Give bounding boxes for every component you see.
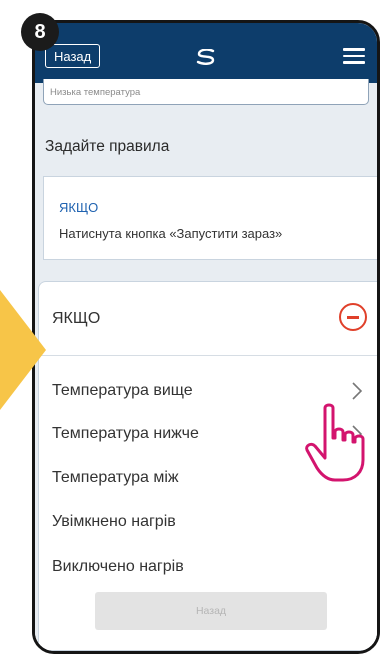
step-badge: 8	[21, 13, 59, 51]
option-label: Увімкнено нагрів	[52, 513, 176, 530]
minus-circle-icon[interactable]	[339, 303, 367, 331]
option-label: Температура вище	[52, 382, 193, 399]
panel-back-button[interactable]: Назад	[95, 592, 327, 630]
option-heating-on[interactable]: Увімкнено нагрів	[39, 502, 377, 542]
option-label: Виключено нагрів	[52, 558, 184, 575]
if-card-title: ЯКЩО	[59, 200, 99, 215]
if-rule-card[interactable]: ЯКЩО Натиснута кнопка «Запустити зараз»	[43, 176, 377, 260]
back-button[interactable]: Назад	[45, 44, 101, 68]
option-label: Температура нижче	[52, 425, 199, 442]
chevron-right-icon	[352, 382, 363, 400]
if-card-description: Натиснута кнопка «Запустити зараз»	[59, 226, 283, 241]
panel-header: ЯКЩО	[39, 282, 377, 356]
previous-card: Низька температура	[43, 79, 369, 105]
content-area: Низька температура Задайте правила ЯКЩО …	[35, 79, 377, 651]
panel-title: ЯКЩО	[52, 310, 101, 327]
option-label: Температура між	[52, 469, 179, 486]
hand-pointer-icon	[305, 403, 365, 482]
option-heating-off[interactable]: Виключено нагрів	[39, 547, 377, 587]
s-logo-icon[interactable]	[193, 49, 219, 65]
app-header: Назад	[35, 23, 377, 83]
hamburger-icon[interactable]	[343, 48, 365, 64]
section-title: Задайте правила	[45, 138, 170, 155]
phone-frame: Назад Низька температура Задайте правила…	[32, 20, 380, 654]
